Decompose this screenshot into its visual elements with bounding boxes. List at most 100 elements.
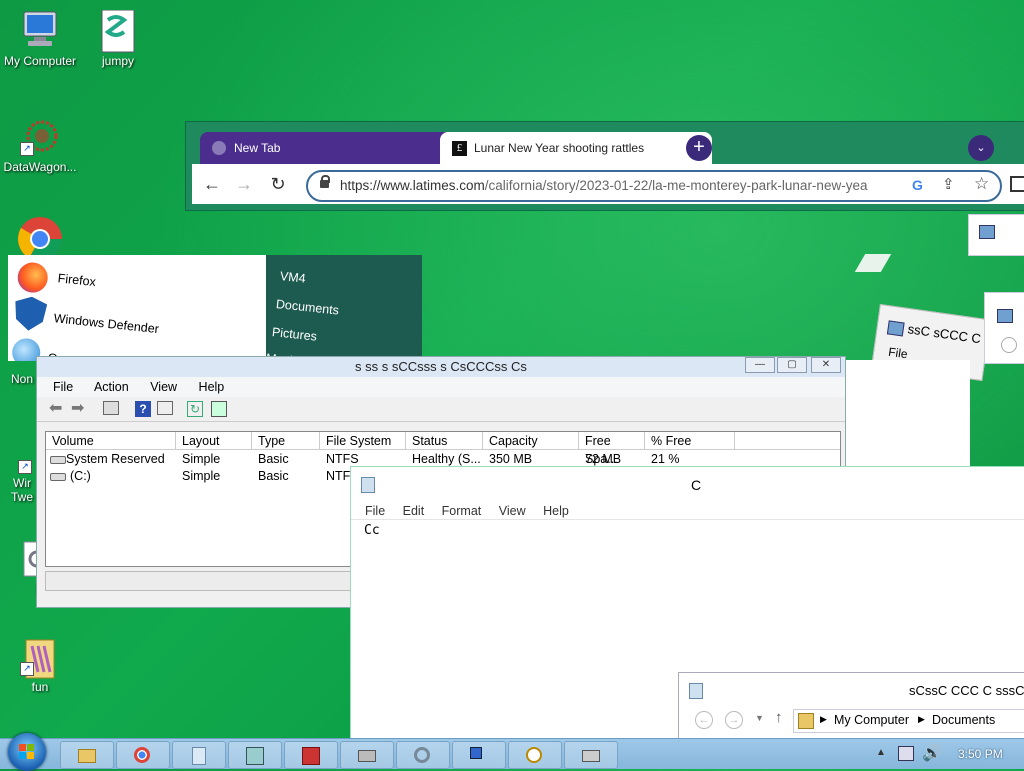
desktop-shard [854, 254, 892, 272]
taskbar-notepad[interactable] [172, 741, 226, 769]
col-free-space[interactable]: Free Spa... [579, 432, 645, 466]
back-circle-icon [1001, 337, 1017, 353]
browser-window: New Tab ✕ £ Lunar New Year shooting ratt… [186, 122, 1024, 210]
show-hidden-icons[interactable]: ▲ [876, 747, 886, 758]
start-button[interactable] [8, 733, 46, 771]
network-tray-icon[interactable] [898, 746, 914, 761]
menu-action[interactable]: Action [94, 380, 129, 394]
tab-search-button[interactable]: ⌄ [968, 135, 994, 161]
col-type[interactable]: Type [252, 432, 320, 450]
volume-icon[interactable]: 🔊 [922, 743, 942, 763]
menu-help[interactable]: Help [199, 380, 225, 394]
breadcrumb-item[interactable]: Documents [932, 713, 995, 727]
console-icon[interactable] [103, 401, 119, 415]
menu-bar: File Edit Format View Help [351, 503, 1024, 520]
refresh-icon[interactable]: ↻ [187, 401, 203, 417]
disk-management-icon [246, 747, 264, 765]
menu-view[interactable]: View [499, 504, 526, 518]
clock[interactable]: 3:50 PM [958, 747, 1003, 761]
close-button[interactable]: ✕ [811, 357, 841, 373]
taskbar-chrome[interactable] [116, 741, 170, 769]
forward-arrow-icon[interactable]: ➡ [71, 401, 87, 417]
google-icon[interactable]: G [912, 177, 923, 193]
forward-button[interactable]: → [232, 172, 256, 196]
col-volume[interactable]: Volume [46, 432, 176, 450]
col-status[interactable]: Status [406, 432, 483, 450]
toolbar: ⬅ ➡ ? ↻ [37, 397, 845, 422]
cell-status: Healthy (S... [412, 452, 481, 466]
datawagon-icon: ↗ [20, 116, 60, 156]
menu-file[interactable]: File [365, 504, 385, 518]
taskbar: ▲ 🔊 3:50 PM [0, 733, 1024, 771]
gear-icon [414, 747, 430, 763]
chevron-down-icon[interactable]: ▼ [755, 713, 764, 723]
col-percent-free[interactable]: % Free [645, 432, 735, 450]
folder-icon [798, 713, 814, 729]
clock-icon [526, 747, 542, 763]
start-item-documents[interactable]: Documents [275, 297, 339, 318]
back-button[interactable]: ← [695, 711, 713, 729]
new-tab-button[interactable]: + [686, 135, 712, 161]
start-item-firefox[interactable]: Firefox [16, 261, 97, 295]
desktop-icon-label: fun [31, 680, 49, 694]
taskbar-app-settings[interactable] [396, 741, 450, 769]
address-bar[interactable]: https://www.latimes.com/california/story… [306, 170, 1002, 202]
reload-button[interactable]: ↻ [266, 172, 290, 196]
desktop-icon-chrome[interactable] [0, 216, 80, 261]
menu-view[interactable]: View [150, 380, 177, 394]
chrome-tab-icon [212, 141, 226, 155]
share-icon[interactable]: ⇪ [942, 175, 955, 193]
taskbar-app-network[interactable] [452, 741, 506, 769]
desktop-icon-jumpy[interactable]: jumpy [78, 9, 158, 68]
taskbar-app-clock[interactable] [508, 741, 562, 769]
properties-icon[interactable] [157, 401, 173, 415]
start-item-pictures[interactable]: Pictures [271, 325, 317, 344]
tab-new-tab[interactable]: New Tab ✕ [200, 132, 470, 164]
sidebar-icon[interactable] [1010, 176, 1024, 192]
col-layout[interactable]: Layout [176, 432, 252, 450]
menu-file[interactable]: File [53, 380, 73, 394]
breadcrumb[interactable]: ▶ My Computer ▶ Documents [793, 709, 1024, 733]
windows-logo-icon [19, 744, 26, 751]
desktop-icon-label: My Computer [3, 54, 77, 68]
breadcrumb-sep-icon: ▶ [918, 714, 925, 724]
cell-free-space: 72 MB [585, 452, 622, 466]
start-menu-right: VM4 Documents Pictures Musi [266, 255, 422, 361]
taskbar-explorer[interactable] [60, 741, 114, 769]
cell-filesystem: NTFS [326, 452, 359, 466]
minimize-button[interactable]: — [745, 357, 775, 373]
col-filesystem[interactable]: File System [320, 432, 406, 450]
menu-edit[interactable]: Edit [403, 504, 425, 518]
explorer-window: sCssC CCC C sssC ← → ▼ ↑ ▶ My Computer ▶… [678, 672, 1024, 744]
desktop-icon-my-computer[interactable]: My Computer [0, 10, 80, 68]
desktop-icon-fun[interactable]: ↗ fun [0, 636, 80, 694]
back-arrow-icon[interactable]: ⬅ [49, 401, 65, 417]
menu-help[interactable]: Help [543, 504, 569, 518]
up-button[interactable]: ↑ [775, 709, 783, 726]
rescan-icon[interactable] [211, 401, 227, 417]
scanner-icon [582, 750, 600, 762]
back-button[interactable]: ← [200, 172, 224, 196]
taskbar-disk-management[interactable] [228, 741, 282, 769]
start-item-vm4[interactable]: VM4 [279, 269, 306, 286]
desktop-icon-datawagon[interactable]: ↗ DataWagon... [0, 116, 80, 174]
tab-label: New Tab [234, 141, 281, 155]
shortcut-arrow-icon: ↗ [20, 662, 34, 676]
window-titlebar: C [351, 467, 1024, 503]
help-icon[interactable]: ? [135, 401, 151, 417]
star-icon[interactable]: ☆ [974, 174, 989, 194]
col-capacity[interactable]: Capacity [483, 432, 579, 450]
start-item-windows-defender[interactable]: Windows Defender [13, 307, 160, 336]
taskbar-app-red[interactable] [284, 741, 338, 769]
tab-latimes[interactable]: £ Lunar New Year shooting rattles ✕ [440, 132, 712, 164]
taskbar-app-drive[interactable] [340, 741, 394, 769]
taskbar-app-scanner[interactable] [564, 741, 618, 769]
latimes-favicon-icon: £ [452, 141, 467, 156]
forward-button[interactable]: → [725, 711, 743, 729]
maximize-button[interactable]: ▢ [777, 357, 807, 373]
menu-file: File [887, 344, 909, 362]
network-icon [470, 747, 482, 759]
window-icon [689, 683, 703, 699]
breadcrumb-item[interactable]: My Computer [834, 713, 909, 727]
menu-format[interactable]: Format [442, 504, 482, 518]
